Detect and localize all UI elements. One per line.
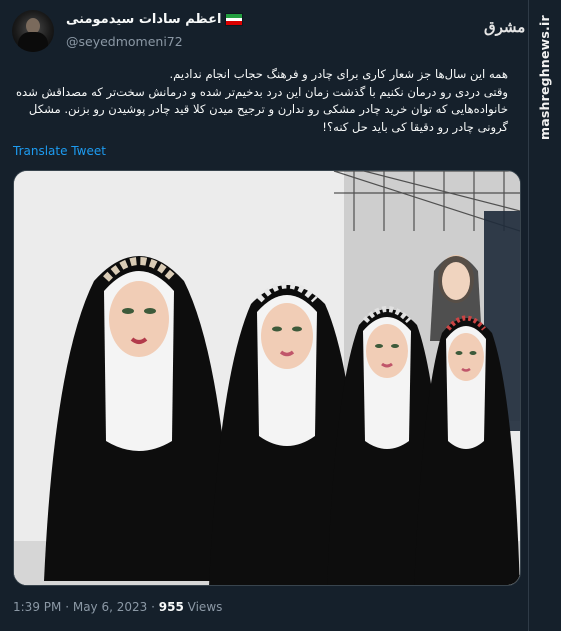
tweet-photo[interactable] bbox=[13, 170, 521, 586]
avatar-body bbox=[18, 32, 48, 52]
meta-separator: · bbox=[151, 600, 155, 614]
views-count: 955 bbox=[158, 600, 184, 614]
avatar[interactable] bbox=[12, 10, 54, 52]
tweet-line: وقتی دردی رو درمان نکنیم با گذشت زمان ای… bbox=[15, 84, 508, 99]
meta-separator: · bbox=[65, 600, 70, 614]
mashregh-logo: مشرق bbox=[484, 18, 526, 36]
watermark-divider bbox=[528, 0, 529, 631]
tweet-card: اعظم سادات سیدمومنی @seyedmomeni72 مشرق … bbox=[0, 0, 528, 631]
tweet-date[interactable]: May 6, 2023 bbox=[73, 600, 147, 614]
tweet-line: همه این سال‌ها جز شعار کاری برای چادر و … bbox=[169, 67, 508, 81]
author-display-name[interactable]: اعظم سادات سیدمومنی bbox=[66, 12, 221, 27]
iran-flag-icon bbox=[225, 13, 244, 26]
tweet-time[interactable]: 1:39 PM bbox=[13, 600, 61, 614]
tweet-meta: 1:39 PM · May 6, 2023 · 955 Views bbox=[13, 600, 222, 614]
tweet-line: گرونی چادر رو دقیقا کی باید حل کنه؟! bbox=[322, 119, 508, 134]
author-handle[interactable]: @seyedmomeni72 bbox=[66, 34, 183, 49]
site-watermark: mashreghnews.ir bbox=[537, 15, 552, 140]
views-label: Views bbox=[187, 600, 223, 614]
mannequins-photo bbox=[14, 171, 520, 585]
author-name-row[interactable]: اعظم سادات سیدمومنی bbox=[66, 12, 244, 27]
translate-tweet-link[interactable]: Translate Tweet bbox=[13, 144, 106, 158]
tweet-line: خانواده‌هایی که توان خرید چادر مشکی رو ن… bbox=[28, 102, 508, 116]
tweet-text: همه این سال‌ها جز شعار کاری برای چادر و … bbox=[12, 66, 508, 136]
